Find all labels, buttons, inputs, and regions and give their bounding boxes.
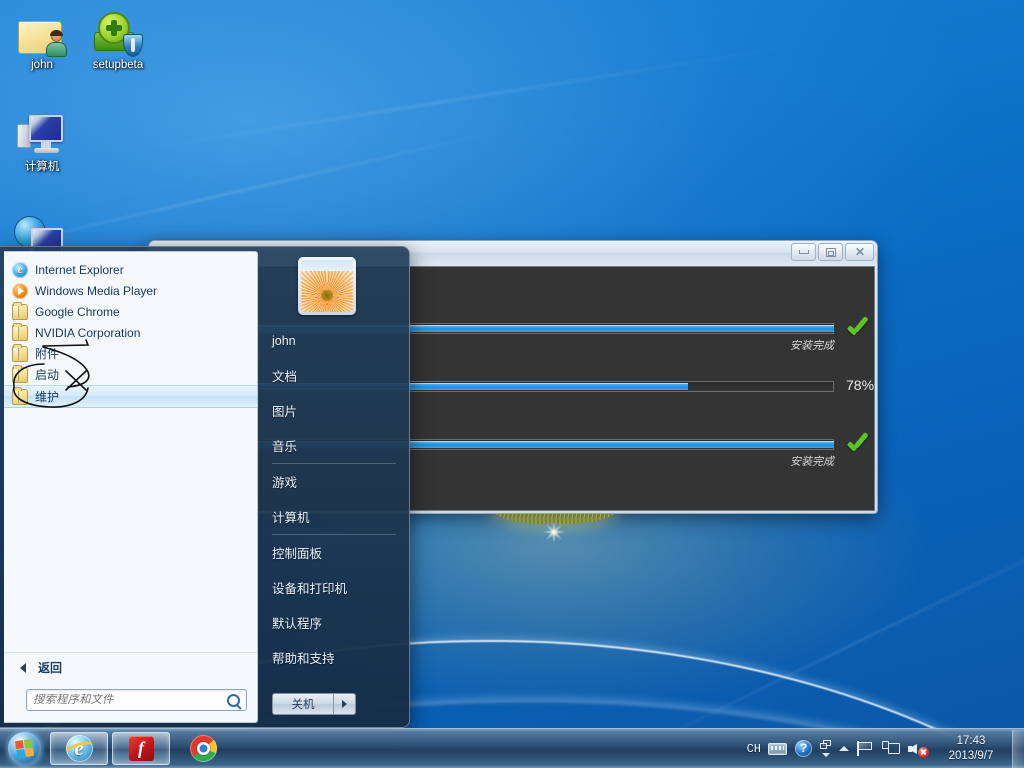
start-menu-item-accessories[interactable]: 附件 xyxy=(4,343,257,364)
search-input[interactable] xyxy=(33,694,227,706)
chevron-right-icon xyxy=(342,700,347,708)
green-check-icon xyxy=(846,435,872,455)
start-menu-item-google-chrome[interactable]: Google Chrome xyxy=(4,301,257,322)
start-menu-item-help-and-support[interactable]: 帮助和支持 xyxy=(272,640,394,675)
progress-indicator: 78% xyxy=(846,377,886,395)
start-menu-item-windows-media-player[interactable]: Windows Media Player xyxy=(4,280,257,301)
clock[interactable]: 17:43 2013/9/7 xyxy=(932,734,1010,764)
back-label: 返回 xyxy=(38,659,62,676)
start-menu[interactable]: Internet Explorer Windows Media Player G… xyxy=(0,246,410,728)
folder-icon xyxy=(12,346,28,362)
start-menu-left-pane: Internet Explorer Windows Media Player G… xyxy=(4,251,258,723)
start-menu-item-label: Internet Explorer xyxy=(35,263,124,277)
start-menu-item-label: Windows Media Player xyxy=(35,284,157,298)
desktop-icon-user-folder[interactable]: john xyxy=(4,6,80,72)
start-menu-item-devices-and-printers[interactable]: 设备和打印机 xyxy=(272,570,394,605)
taskbar[interactable]: CH ? 17:43 2013/9/7 xyxy=(0,728,1024,768)
chrome-icon xyxy=(190,735,217,762)
shutdown-options-button[interactable] xyxy=(334,693,356,715)
start-menu-item-startup[interactable]: 启动 xyxy=(4,364,257,385)
computer-icon xyxy=(4,108,80,158)
start-menu-item-maintenance[interactable]: 维护 xyxy=(4,385,257,408)
shutdown-button[interactable]: 关机 xyxy=(272,693,334,715)
start-menu-item-music[interactable]: 音乐 xyxy=(272,428,394,463)
internet-explorer-icon xyxy=(66,735,93,762)
start-menu-item-computer[interactable]: 计算机 xyxy=(272,499,394,534)
flash-player-icon xyxy=(129,736,154,761)
taskbar-button-internet-explorer[interactable] xyxy=(50,732,108,765)
progress-indicator xyxy=(846,319,886,344)
start-menu-item-documents[interactable]: 文档 xyxy=(272,358,394,393)
show-hidden-icons-chevron[interactable] xyxy=(835,730,853,768)
start-button[interactable] xyxy=(2,730,46,768)
windows-media-player-icon xyxy=(12,283,28,299)
green-shield-setup-icon xyxy=(80,6,156,56)
chevron-left-icon xyxy=(20,663,26,673)
start-menu-back-button[interactable]: 返回 xyxy=(4,652,257,682)
restore-button[interactable] xyxy=(818,243,843,261)
start-menu-item-internet-explorer[interactable]: Internet Explorer xyxy=(4,259,257,280)
system-tray: CH ? 17:43 2013/9/7 xyxy=(744,729,1024,768)
start-menu-search-row xyxy=(4,682,257,722)
avatar[interactable] xyxy=(298,257,356,315)
green-check-icon xyxy=(846,319,872,339)
window-switch-icon[interactable] xyxy=(816,730,835,768)
folder-icon xyxy=(12,367,28,383)
close-button[interactable]: ✕ xyxy=(845,243,874,261)
keyboard-icon[interactable] xyxy=(764,730,791,768)
help-icon[interactable]: ? xyxy=(791,730,816,768)
start-menu-item-label: NVIDIA Corporation xyxy=(35,326,140,340)
action-center-flag-icon[interactable] xyxy=(853,730,878,768)
taskbar-button-google-chrome[interactable] xyxy=(174,732,232,765)
start-menu-item-pictures[interactable]: 图片 xyxy=(272,393,394,428)
start-menu-item-games[interactable]: 游戏 xyxy=(272,464,394,499)
wallpaper-sparkle xyxy=(543,521,565,543)
desktop-icon-label: john xyxy=(4,59,80,72)
folder-icon xyxy=(12,304,28,320)
ime-indicator[interactable]: CH xyxy=(744,730,764,768)
search-box[interactable] xyxy=(26,689,247,711)
start-menu-item-label: 启动 xyxy=(35,366,59,383)
program-list: Internet Explorer Windows Media Player G… xyxy=(4,252,257,652)
network-icon[interactable] xyxy=(878,730,904,768)
start-menu-item-label: Google Chrome xyxy=(35,305,120,319)
progress-indicator xyxy=(846,435,886,460)
start-menu-item-default-programs[interactable]: 默认程序 xyxy=(272,605,394,640)
minimize-button[interactable] xyxy=(791,243,816,261)
desktop-icon-setupbeta[interactable]: setupbeta xyxy=(80,6,156,72)
progress-percent: 78% xyxy=(846,377,874,393)
shutdown-row: 关机 xyxy=(272,693,356,715)
show-desktop-button[interactable] xyxy=(1012,730,1024,768)
desktop-icon-label: 计算机 xyxy=(4,161,80,174)
start-menu-right-pane: john 文档 图片 音乐 游戏 计算机 控制面板 设备和打印机 默认程序 帮助… xyxy=(258,251,405,723)
start-menu-item-label: 维护 xyxy=(35,388,59,405)
search-icon xyxy=(227,694,240,707)
start-menu-item-label: 附件 xyxy=(35,345,59,362)
desktop-icon-computer[interactable]: 计算机 xyxy=(4,108,80,174)
start-menu-user-name[interactable]: john xyxy=(272,323,394,358)
internet-explorer-icon xyxy=(12,262,28,278)
volume-muted-icon[interactable] xyxy=(904,730,932,768)
clock-date: 2013/9/7 xyxy=(932,749,1010,764)
desktop-icon-label: setupbeta xyxy=(80,59,156,72)
start-menu-item-nvidia-corporation[interactable]: NVIDIA Corporation xyxy=(4,322,257,343)
folder-icon xyxy=(12,389,28,405)
clock-time: 17:43 xyxy=(932,734,1010,749)
user-folder-icon xyxy=(4,6,80,56)
folder-icon xyxy=(12,325,28,341)
window-controls: ✕ xyxy=(791,243,874,261)
taskbar-button-flash-player[interactable] xyxy=(112,732,170,765)
start-menu-item-control-panel[interactable]: 控制面板 xyxy=(272,535,394,570)
